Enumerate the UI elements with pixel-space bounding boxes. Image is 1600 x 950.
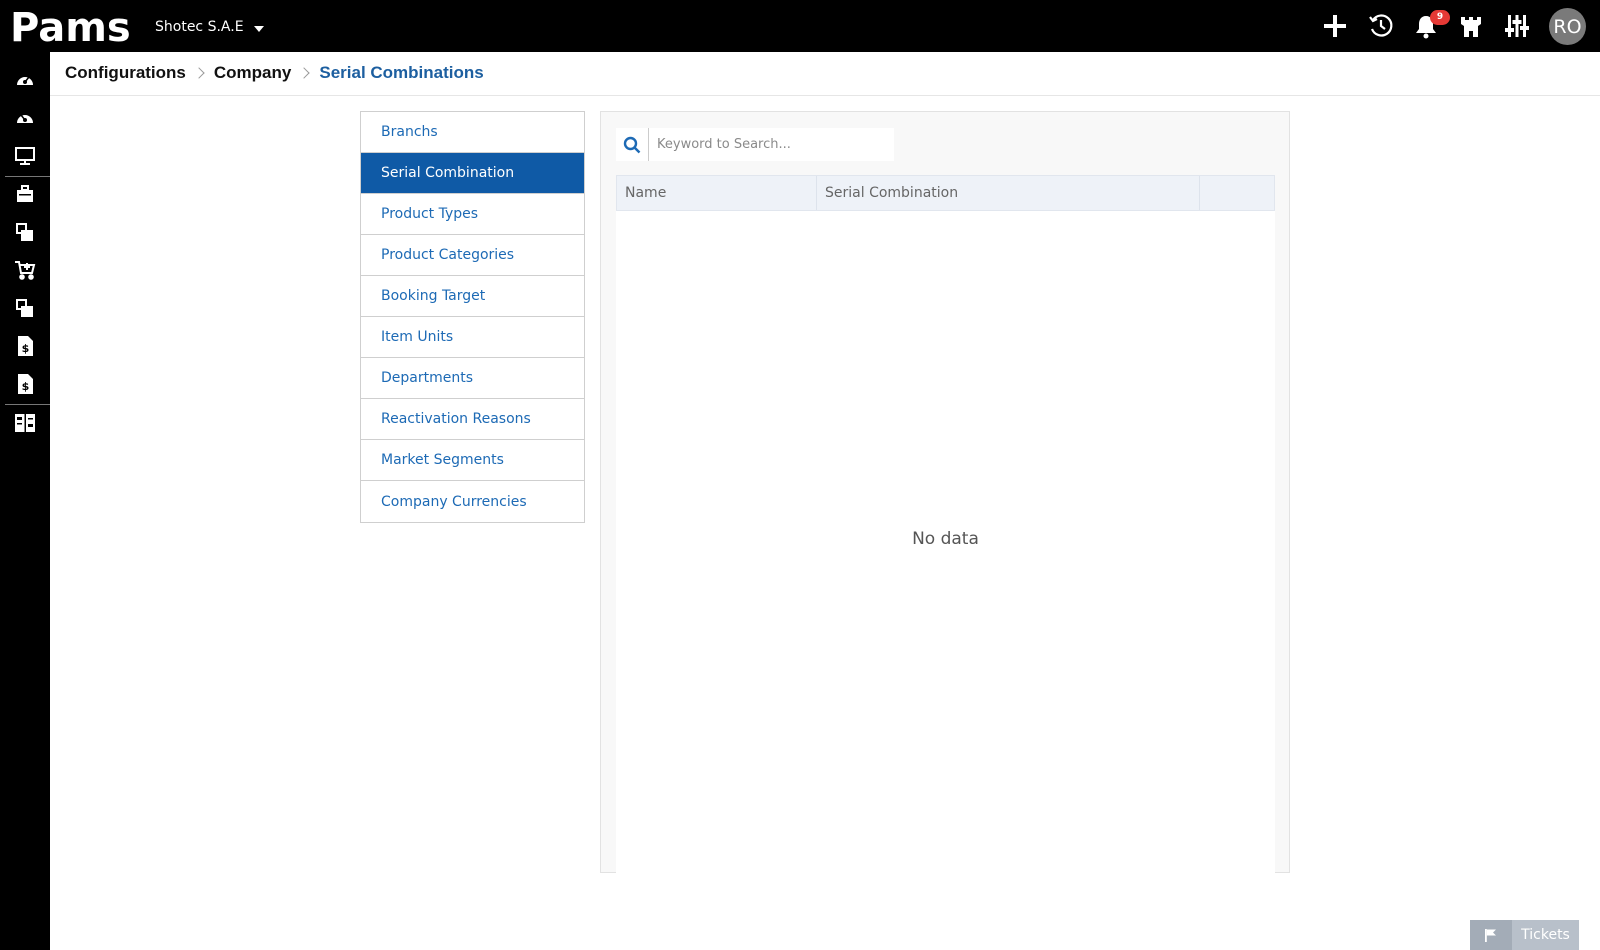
column-header-name[interactable]: Name [617,176,817,210]
menu-item-departments[interactable]: Departments [361,358,584,399]
menu-item-product-categories[interactable]: Product Categories [361,235,584,276]
breadcrumb: Configurations Company Serial Combinatio… [65,62,484,84]
company-name: Shotec S.A.E [155,19,244,35]
notification-badge: 9 [1430,10,1450,25]
boxes-alt-icon[interactable] [0,290,50,326]
tickets-label: Tickets [1521,927,1570,943]
pams-logo[interactable]: Pams [10,6,132,46]
svg-text:$: $ [22,380,30,393]
monitor-icon[interactable] [0,138,50,174]
breadcrumb-serial-combinations: Serial Combinations [319,63,484,82]
plus-icon[interactable] [1320,11,1350,41]
invoice-alt-icon[interactable]: $ [0,366,50,402]
cart-icon[interactable] [0,252,50,288]
content-panel: Name Serial Combination No data [600,111,1290,873]
invoice-icon[interactable]: $ [0,328,50,364]
search-box [616,128,894,161]
breadcrumb-configurations[interactable]: Configurations [65,63,186,83]
company-selector[interactable]: Shotec S.A.E [155,19,264,35]
sliders-icon[interactable] [1502,11,1532,41]
data-table: Name Serial Combination No data [616,175,1275,873]
castle-icon[interactable] [1456,11,1486,41]
dashboard-icon[interactable] [0,62,50,98]
history-icon[interactable] [1366,11,1396,41]
empty-state-text: No data [912,529,979,549]
dashboard-alt-icon[interactable] [0,100,50,136]
svg-text:Pams: Pams [10,6,131,46]
menu-item-reactivation-reasons[interactable]: Reactivation Reasons [361,399,584,440]
top-bar: Pams Shotec S.A.E [0,0,1600,52]
avatar[interactable]: RO [1549,8,1586,45]
flag-icon [1470,920,1512,950]
search-input[interactable] [649,128,894,161]
menu-item-product-types[interactable]: Product Types [361,194,584,235]
table-header: Name Serial Combination [616,175,1275,211]
menu-item-booking-target[interactable]: Booking Target [361,276,584,317]
column-header-serial-combination[interactable]: Serial Combination [817,176,1200,210]
caret-down-icon [253,26,264,32]
svg-text:$: $ [22,342,30,355]
tickets-button[interactable]: Tickets [1470,920,1579,950]
menu-item-market-segments[interactable]: Market Segments [361,440,584,481]
briefcase-icon[interactable] [0,176,50,212]
report-icon[interactable] [0,405,50,441]
boxes-icon[interactable] [0,214,50,250]
column-header-actions [1200,176,1274,210]
menu-item-item-units[interactable]: Item Units [361,317,584,358]
chevron-right-icon [193,67,205,79]
search-icon[interactable] [616,128,649,161]
menu-item-branchs[interactable]: Branchs [361,112,584,153]
chevron-right-icon [298,67,311,79]
side-rail: $ $ [0,52,50,950]
menu-item-company-currencies[interactable]: Company Currencies [361,481,584,522]
breadcrumb-company[interactable]: Company [214,63,291,83]
header-divider [50,95,1600,96]
menu-item-serial-combination[interactable]: Serial Combination [361,153,584,194]
config-menu: Branchs Serial Combination Product Types… [360,111,585,523]
